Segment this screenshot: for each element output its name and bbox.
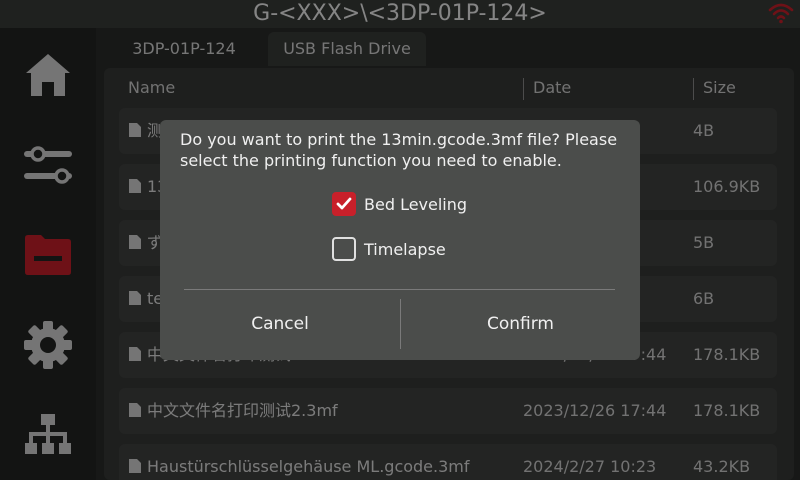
timelapse-checkbox[interactable] xyxy=(332,237,356,261)
bed-leveling-label: Bed Leveling xyxy=(364,194,468,214)
bed-leveling-checkbox[interactable] xyxy=(332,192,356,216)
timelapse-label: Timelapse xyxy=(364,239,446,259)
confirm-button[interactable]: Confirm xyxy=(401,299,640,349)
checkmark-icon xyxy=(336,197,352,210)
bed-leveling-option[interactable]: Bed Leveling xyxy=(332,192,467,216)
cancel-button[interactable]: Cancel xyxy=(160,299,400,349)
dialog-message: Do you want to print the 13min.gcode.3mf… xyxy=(180,130,618,170)
print-confirm-dialog: Do you want to print the 13min.gcode.3mf… xyxy=(160,120,640,360)
dialog-divider xyxy=(184,289,615,290)
timelapse-option[interactable]: Timelapse xyxy=(332,237,446,261)
